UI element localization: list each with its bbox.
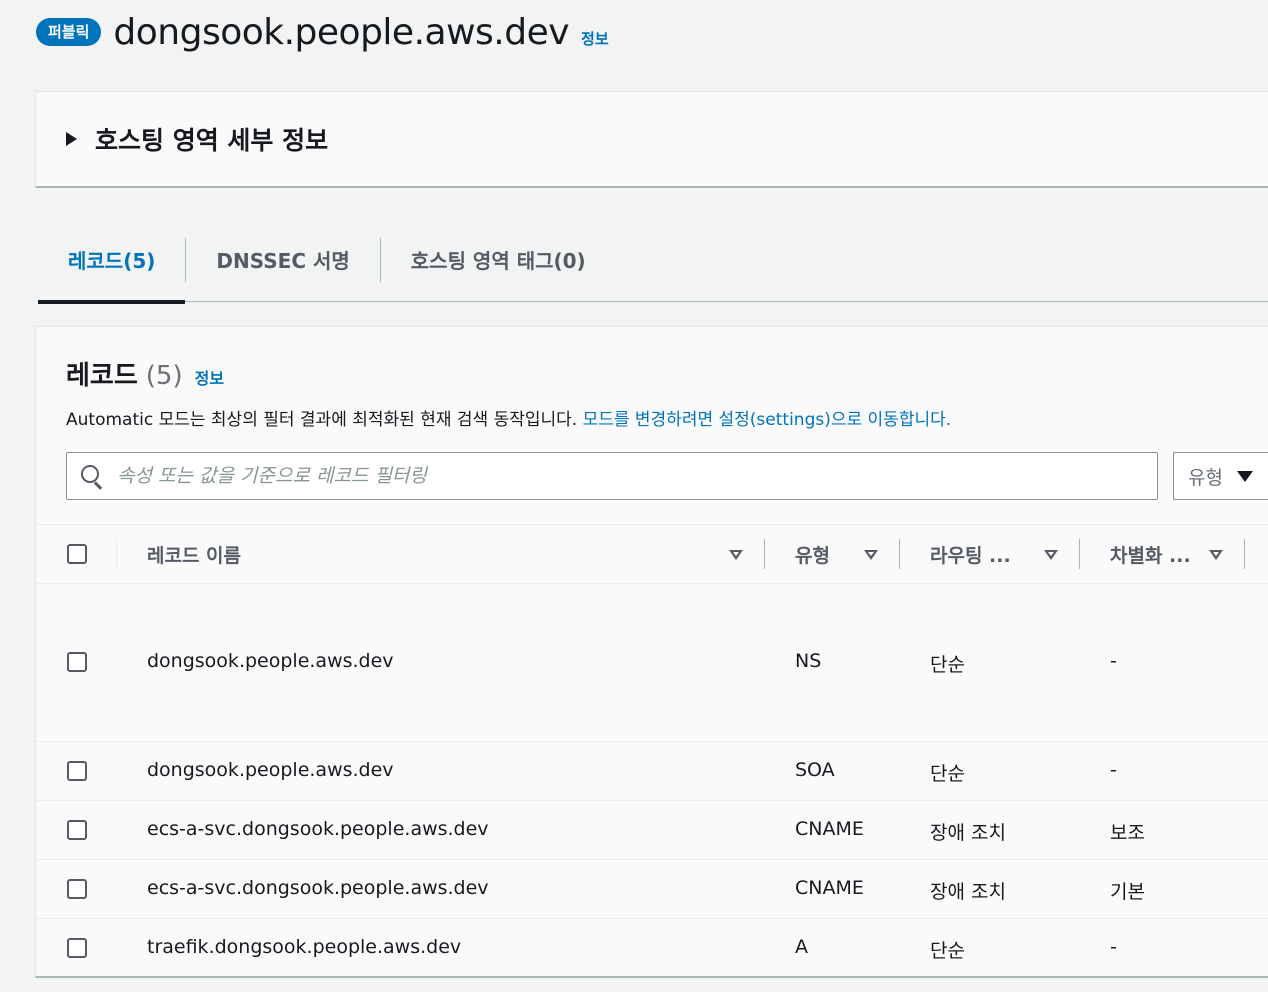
record-type: CNAME bbox=[795, 877, 864, 899]
record-type: CNAME bbox=[795, 818, 864, 840]
record-name: ecs-a-svc.dongsook.people.aws.dev bbox=[147, 877, 489, 899]
caret-right-icon bbox=[66, 132, 77, 146]
record-differentiator: 보조 bbox=[1110, 822, 1145, 844]
record-name: dongsook.people.aws.dev bbox=[147, 759, 394, 781]
records-info-link[interactable]: 정보 bbox=[195, 365, 224, 389]
page-title: dongsook.people.aws.dev bbox=[113, 11, 570, 53]
search-input[interactable] bbox=[117, 465, 1157, 487]
column-divider[interactable] bbox=[1079, 539, 1080, 569]
record-type: SOA bbox=[795, 759, 835, 781]
record-name: dongsook.people.aws.dev bbox=[147, 650, 394, 672]
records-table: 레코드 이름 유형 라우팅 ... 차별화 ... dongsook.peopl… bbox=[36, 524, 1268, 978]
type-filter-select[interactable]: 유형 bbox=[1173, 452, 1268, 500]
record-routing: 장애 조치 bbox=[930, 881, 1006, 903]
column-divider[interactable] bbox=[1244, 539, 1245, 569]
record-routing: 단순 bbox=[930, 654, 965, 676]
column-header-differentiator[interactable]: 차별화 ... bbox=[1110, 541, 1191, 568]
sort-icon[interactable] bbox=[1209, 550, 1223, 560]
column-header-type[interactable]: 유형 bbox=[795, 541, 830, 568]
record-differentiator: 기본 bbox=[1110, 881, 1145, 903]
table-row[interactable]: dongsook.people.aws.dev SOA 단순 - bbox=[36, 742, 1268, 801]
details-title: 호스팅 영역 세부 정보 bbox=[95, 126, 329, 155]
record-differentiator: - bbox=[1110, 759, 1117, 781]
record-differentiator: - bbox=[1110, 650, 1117, 672]
record-name: ecs-a-svc.dongsook.people.aws.dev bbox=[147, 818, 489, 840]
table-row[interactable]: ecs-a-svc.dongsook.people.aws.dev CNAME … bbox=[36, 801, 1268, 860]
record-differentiator: - bbox=[1110, 936, 1117, 958]
type-filter-label: 유형 bbox=[1188, 466, 1223, 489]
visibility-badge: 퍼블릭 bbox=[36, 18, 102, 46]
column-divider[interactable] bbox=[764, 539, 765, 569]
column-header-routing[interactable]: 라우팅 ... bbox=[930, 541, 1011, 568]
column-header-name[interactable]: 레코드 이름 bbox=[147, 541, 241, 568]
sort-icon[interactable] bbox=[729, 550, 743, 560]
records-title: 레코드 bbox=[66, 361, 138, 391]
tab-tags[interactable]: 호스팅 영역 태그(0) bbox=[381, 218, 616, 302]
caret-down-icon bbox=[1236, 470, 1253, 482]
records-count: (5) bbox=[145, 361, 183, 391]
row-checkbox[interactable] bbox=[67, 652, 87, 672]
select-all-checkbox[interactable] bbox=[67, 544, 87, 564]
tab-records[interactable]: 레코드(5) bbox=[38, 218, 186, 304]
sort-icon[interactable] bbox=[1044, 550, 1058, 560]
records-header: 레코드 (5) 정보 bbox=[66, 355, 224, 392]
records-panel: 레코드 (5) 정보 Automatic 모드는 최상의 필터 결과에 최적화된… bbox=[35, 326, 1268, 978]
record-routing: 장애 조치 bbox=[930, 822, 1006, 844]
row-checkbox[interactable] bbox=[67, 820, 87, 840]
record-routing: 단순 bbox=[930, 940, 965, 962]
tab-bar: 레코드(5) DNSSEC 서명 호스팅 영역 태그(0) bbox=[38, 218, 1268, 304]
record-name: traefik.dongsook.people.aws.dev bbox=[147, 936, 462, 958]
settings-link[interactable]: 모드를 변경하려면 설정(settings)으로 이동합니다. bbox=[583, 410, 952, 430]
row-checkbox[interactable] bbox=[67, 879, 87, 899]
table-row[interactable]: traefik.dongsook.people.aws.dev A 단순 - bbox=[36, 919, 1268, 978]
column-divider[interactable] bbox=[899, 539, 900, 569]
sort-icon[interactable] bbox=[864, 550, 878, 560]
table-row[interactable]: ecs-a-svc.dongsook.people.aws.dev CNAME … bbox=[36, 860, 1268, 919]
table-row[interactable]: dongsook.people.aws.dev NS 단순 - bbox=[36, 584, 1268, 742]
tab-dnssec[interactable]: DNSSEC 서명 bbox=[186, 218, 379, 302]
header-info-link[interactable]: 정보 bbox=[581, 28, 609, 49]
page-header: 퍼블릭 dongsook.people.aws.dev 정보 bbox=[36, 6, 609, 58]
row-checkbox[interactable] bbox=[67, 761, 87, 781]
table-header: 레코드 이름 유형 라우팅 ... 차별화 ... bbox=[36, 524, 1268, 584]
hosted-zone-details-expander[interactable]: 호스팅 영역 세부 정보 bbox=[35, 91, 1268, 188]
record-type: A bbox=[795, 936, 808, 958]
row-checkbox[interactable] bbox=[67, 938, 87, 958]
record-type: NS bbox=[795, 650, 822, 672]
search-icon bbox=[81, 465, 103, 487]
records-description: Automatic 모드는 최상의 필터 결과에 최적화된 현재 검색 동작입니… bbox=[66, 405, 951, 430]
description-text: Automatic 모드는 최상의 필터 결과에 최적화된 현재 검색 동작입니… bbox=[66, 410, 578, 430]
column-divider bbox=[116, 539, 117, 569]
record-routing: 단순 bbox=[930, 763, 965, 785]
search-box bbox=[66, 452, 1158, 500]
